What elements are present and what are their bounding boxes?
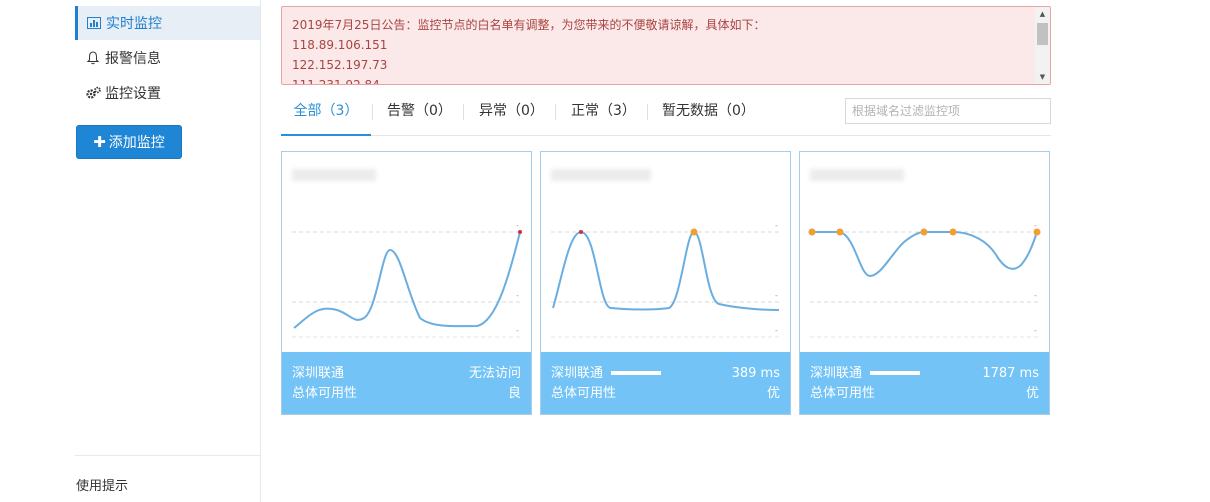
availability-label: 总体可用性 <box>551 386 617 401</box>
svg-text:-: - <box>775 291 778 300</box>
tab-alarm[interactable]: 告警（0） <box>387 92 452 136</box>
node-ip-redacted <box>870 371 920 375</box>
availability-grade: 良 <box>507 386 521 401</box>
scroll-thumb[interactable] <box>1037 23 1048 45</box>
announcement-panel: 2019年7月25日公告：监控节点的白名单有调整，为您带来的不便敬请谅解，具体如… <box>281 6 1051 85</box>
announcement-title: 2019年7月25日公告：监控节点的白名单有调整，为您带来的不便敬请谅解，具体如… <box>292 18 766 32</box>
tab-no-data[interactable]: 暂无数据（0） <box>662 92 755 136</box>
monitor-title-redacted <box>551 169 651 181</box>
filter-tabs: 全部（3） 告警（0） 异常（0） 正常（3） 暂无数据（0） <box>281 92 1051 136</box>
availability-label: 总体可用性 <box>292 386 358 401</box>
monitor-card[interactable]: - - - 深圳联通 无法访问 总体可用性 良 <box>281 151 532 415</box>
tab-divider <box>647 104 648 120</box>
monitor-sparkline: - - - <box>292 221 522 338</box>
tab-divider <box>555 104 556 120</box>
bell-icon <box>85 50 101 66</box>
sidebar: 实时监控 报警信息 监控设置 ✚ 添加监控 使用提示 <box>75 0 261 502</box>
tab-normal[interactable]: 正常（3） <box>571 92 636 136</box>
monitor-sparkline: - - - <box>551 221 781 338</box>
svg-text:-: - <box>516 291 519 300</box>
sidebar-item-label: 监控设置 <box>105 86 161 102</box>
availability-label: 总体可用性 <box>810 386 876 401</box>
announcement-ip-3: 111.231.92.84 <box>292 78 380 85</box>
monitor-card-footer: 深圳联通 1787 ms 总体可用性 优 <box>800 352 1049 414</box>
announcement-ip-2: 122.152.197.73 <box>292 58 388 72</box>
svg-text:-: - <box>1034 326 1037 335</box>
node-name: 深圳联通 <box>810 366 863 381</box>
monitor-card[interactable]: - - - 深圳联通 389 ms 总体可用性 优 <box>540 151 791 415</box>
domain-filter-input[interactable] <box>845 98 1051 124</box>
tab-all[interactable]: 全部（3） <box>281 92 371 136</box>
monitor-card[interactable]: - - - 深圳联通 1787 ms 总体可用性 优 <box>799 151 1050 415</box>
tab-abnormal[interactable]: 异常（0） <box>479 92 544 136</box>
svg-text:-: - <box>775 326 778 335</box>
monitor-title-redacted <box>292 169 376 181</box>
svg-text:-: - <box>775 221 778 230</box>
announcement-text: 2019年7月25日公告：监控节点的白名单有调整，为您带来的不便敬请谅解，具体如… <box>292 15 766 85</box>
sidebar-item-label: 实时监控 <box>106 16 162 32</box>
availability-grade: 优 <box>766 386 780 401</box>
sidebar-item-label: 报警信息 <box>105 51 161 67</box>
plus-icon: ✚ <box>93 133 106 151</box>
monitor-sparkline: - - - <box>808 221 1041 338</box>
announcement-ip-1: 118.89.106.151 <box>292 38 388 52</box>
add-monitor-button[interactable]: ✚ 添加监控 <box>76 125 182 159</box>
tab-divider <box>463 104 464 120</box>
gears-icon <box>85 85 101 101</box>
monitor-card-footer: 深圳联通 无法访问 总体可用性 良 <box>282 352 531 414</box>
sidebar-item-alarm-info[interactable]: 报警信息 <box>75 41 260 75</box>
node-name: 深圳联通 <box>551 366 604 381</box>
node-ip-redacted <box>611 371 661 375</box>
monitor-card-footer: 深圳联通 389 ms 总体可用性 优 <box>541 352 790 414</box>
scroll-up-arrow-icon[interactable]: ▲ <box>1035 7 1050 21</box>
announcement-scrollbar[interactable]: ▲ ▼ <box>1035 7 1050 84</box>
sidebar-divider <box>75 455 260 456</box>
response-time: 389 ms <box>731 366 780 381</box>
usage-hint-link[interactable]: 使用提示 <box>76 475 128 494</box>
svg-text:-: - <box>516 326 519 335</box>
node-name: 深圳联通 <box>292 366 345 381</box>
monitor-title-redacted <box>810 169 904 181</box>
scroll-down-arrow-icon[interactable]: ▼ <box>1035 70 1050 84</box>
availability-grade: 优 <box>1025 386 1039 401</box>
response-time: 1787 ms <box>982 366 1039 381</box>
bar-chart-icon <box>86 15 102 31</box>
tab-divider <box>372 104 373 120</box>
svg-text:-: - <box>516 221 519 230</box>
add-monitor-label: 添加监控 <box>108 135 165 151</box>
response-status: 无法访问 <box>468 366 521 381</box>
svg-text:-: - <box>1034 291 1037 300</box>
sidebar-item-realtime-monitor[interactable]: 实时监控 <box>75 6 260 40</box>
sidebar-item-monitor-settings[interactable]: 监控设置 <box>75 76 260 110</box>
